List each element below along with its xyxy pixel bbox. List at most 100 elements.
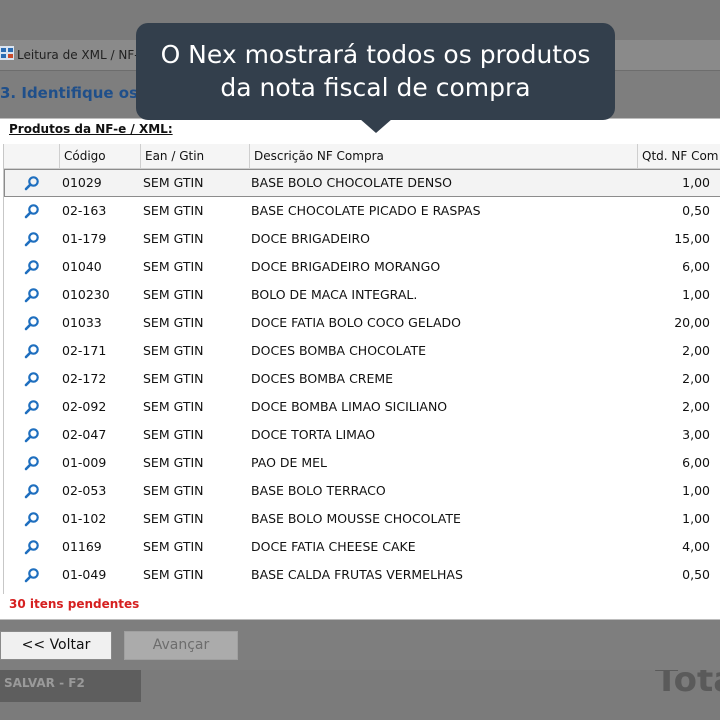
row-code: 01029 <box>62 175 102 190</box>
row-ean: SEM GTIN <box>143 259 204 274</box>
row-ean: SEM GTIN <box>143 511 204 526</box>
grid-rows: 01029 SEM GTIN BASE BOLO CHOCOLATE DENSO 1,… <box>4 169 720 589</box>
row-ean: SEM GTIN <box>143 287 204 302</box>
header-quantity[interactable]: Qtd. NF Com <box>637 144 720 168</box>
row-ean: SEM GTIN <box>143 371 204 386</box>
products-panel-label: Produtos da NF-e / XML: <box>9 122 173 136</box>
magnifier-icon[interactable] <box>24 281 44 309</box>
table-row[interactable]: 02-047 SEM GTIN DOCE TORTA LIMAO 3,00 <box>4 421 720 449</box>
magnifier-icon[interactable] <box>24 421 44 449</box>
table-row[interactable]: 01029 SEM GTIN BASE BOLO CHOCOLATE DENSO 1,… <box>4 169 720 197</box>
row-description: BASE BOLO CHOCOLATE DENSO <box>251 175 452 190</box>
magnifier-icon[interactable] <box>24 393 44 421</box>
magnifier-icon[interactable] <box>24 197 44 225</box>
table-row[interactable]: 02-053 SEM GTIN BASE BOLO TERRACO 1,00 <box>4 477 720 505</box>
row-code: 01033 <box>62 315 102 330</box>
row-ean: SEM GTIN <box>143 539 204 554</box>
magnifier-icon[interactable] <box>24 169 44 197</box>
row-ean: SEM GTIN <box>143 399 204 414</box>
row-quantity: 1,00 <box>682 483 710 498</box>
row-description: DOCE FATIA CHEESE CAKE <box>251 539 416 554</box>
row-code: 010230 <box>62 287 110 302</box>
row-quantity: 0,50 <box>682 567 710 582</box>
row-ean: SEM GTIN <box>143 427 204 442</box>
table-row[interactable]: 01-049 SEM GTIN BASE CALDA FRUTAS VERMELHA… <box>4 561 720 589</box>
magnifier-icon[interactable] <box>24 225 44 253</box>
xml-reader-window: Leitura de XML / NF-e 3. Identifique os … <box>0 40 720 670</box>
table-row[interactable]: 02-092 SEM GTIN DOCE BOMBA LIMAO SICILIANO… <box>4 393 720 421</box>
row-quantity: 15,00 <box>674 231 710 246</box>
magnifier-icon[interactable] <box>24 337 44 365</box>
row-quantity: 1,00 <box>682 511 710 526</box>
row-quantity: 2,00 <box>682 343 710 358</box>
header-code[interactable]: Código <box>59 144 140 168</box>
row-description: DOCE BRIGADEIRO MORANGO <box>251 259 441 274</box>
app-icon <box>0 46 14 60</box>
tooltip-arrow <box>360 119 392 133</box>
row-description: PAO DE MEL <box>251 455 328 470</box>
magnifier-icon[interactable] <box>24 253 44 281</box>
row-code: 01-009 <box>62 455 107 470</box>
row-code: 01-102 <box>62 511 107 526</box>
magnifier-icon[interactable] <box>24 365 44 393</box>
row-code: 02-047 <box>62 427 107 442</box>
table-row[interactable]: 010230 SEM GTIN BOLO DE MACA INTEGRAL. 1,00 <box>4 281 720 309</box>
row-description: DOCE BRIGADEIRO <box>251 231 370 246</box>
row-code: 01169 <box>62 539 102 554</box>
row-ean: SEM GTIN <box>143 483 204 498</box>
row-quantity: 1,00 <box>682 287 710 302</box>
row-description: DOCE FATIA BOLO COCO GELADO <box>251 315 462 330</box>
row-quantity: 2,00 <box>682 399 710 414</box>
table-row[interactable]: 02-163 SEM GTIN BASE CHOCOLATE PICADO E RA… <box>4 197 720 225</box>
products-grid[interactable]: Código Ean / Gtin Descrição NF Compra Qt… <box>3 144 720 594</box>
table-row[interactable]: 01040 SEM GTIN DOCE BRIGADEIRO MORANGO 6,00 <box>4 253 720 281</box>
row-description: DOCES BOMBA CHOCOLATE <box>251 343 426 358</box>
back-button[interactable]: << Voltar <box>0 631 112 660</box>
row-ean: SEM GTIN <box>143 175 204 190</box>
row-description: BASE CHOCOLATE PICADO E RASPAS <box>251 203 481 218</box>
row-ean: SEM GTIN <box>143 567 204 582</box>
header-description[interactable]: Descrição NF Compra <box>249 144 637 168</box>
row-description: DOCES BOMBA CREME <box>251 371 394 386</box>
row-quantity: 6,00 <box>682 259 710 274</box>
row-description: DOCE BOMBA LIMAO SICILIANO <box>251 399 448 414</box>
row-quantity: 6,00 <box>682 455 710 470</box>
table-row[interactable]: 01-102 SEM GTIN BASE BOLO MOUSSE CHOCOLATE… <box>4 505 720 533</box>
row-code: 02-092 <box>62 399 107 414</box>
magnifier-icon[interactable] <box>24 561 44 589</box>
row-code: 01-049 <box>62 567 107 582</box>
row-description: BASE BOLO TERRACO <box>251 483 386 498</box>
table-row[interactable]: 01-179 SEM GTIN DOCE BRIGADEIRO 15,00 <box>4 225 720 253</box>
background-save-button: SALVAR - F2 <box>0 668 141 702</box>
next-button[interactable]: Avançar <box>124 631 238 660</box>
row-ean: SEM GTIN <box>143 315 204 330</box>
window-title: Leitura de XML / NF-e <box>17 48 146 62</box>
row-description: BASE CALDA FRUTAS VERMELHAS <box>251 567 463 582</box>
header-ean[interactable]: Ean / Gtin <box>140 144 249 168</box>
row-ean: SEM GTIN <box>143 231 204 246</box>
table-row[interactable]: 02-172 SEM GTIN DOCES BOMBA CREME 2,00 <box>4 365 720 393</box>
row-quantity: 1,00 <box>682 175 710 190</box>
table-row[interactable]: 01169 SEM GTIN DOCE FATIA CHEESE CAKE 4,00 <box>4 533 720 561</box>
table-row[interactable]: 02-171 SEM GTIN DOCES BOMBA CHOCOLATE 2,00 <box>4 337 720 365</box>
row-code: 02-163 <box>62 203 107 218</box>
magnifier-icon[interactable] <box>24 505 44 533</box>
magnifier-icon[interactable] <box>24 449 44 477</box>
magnifier-icon[interactable] <box>24 533 44 561</box>
table-row[interactable]: 01-009 SEM GTIN PAO DE MEL 6,00 <box>4 449 720 477</box>
magnifier-icon[interactable] <box>24 477 44 505</box>
row-quantity: 0,50 <box>682 203 710 218</box>
header-icon-column <box>4 144 59 168</box>
row-code: 01040 <box>62 259 102 274</box>
grid-header: Código Ean / Gtin Descrição NF Compra Qt… <box>4 144 720 169</box>
table-row[interactable]: 01033 SEM GTIN DOCE FATIA BOLO COCO GELADO… <box>4 309 720 337</box>
row-description: BASE BOLO MOUSSE CHOCOLATE <box>251 511 461 526</box>
tooltip-line-2: da nota fiscal de compra <box>220 73 531 102</box>
row-description: BOLO DE MACA INTEGRAL. <box>251 287 418 302</box>
magnifier-icon[interactable] <box>24 309 44 337</box>
row-quantity: 2,00 <box>682 371 710 386</box>
row-ean: SEM GTIN <box>143 343 204 358</box>
tooltip-line-1: O Nex mostrará todos os produtos <box>160 40 591 69</box>
row-code: 01-179 <box>62 231 107 246</box>
row-code: 02-053 <box>62 483 107 498</box>
